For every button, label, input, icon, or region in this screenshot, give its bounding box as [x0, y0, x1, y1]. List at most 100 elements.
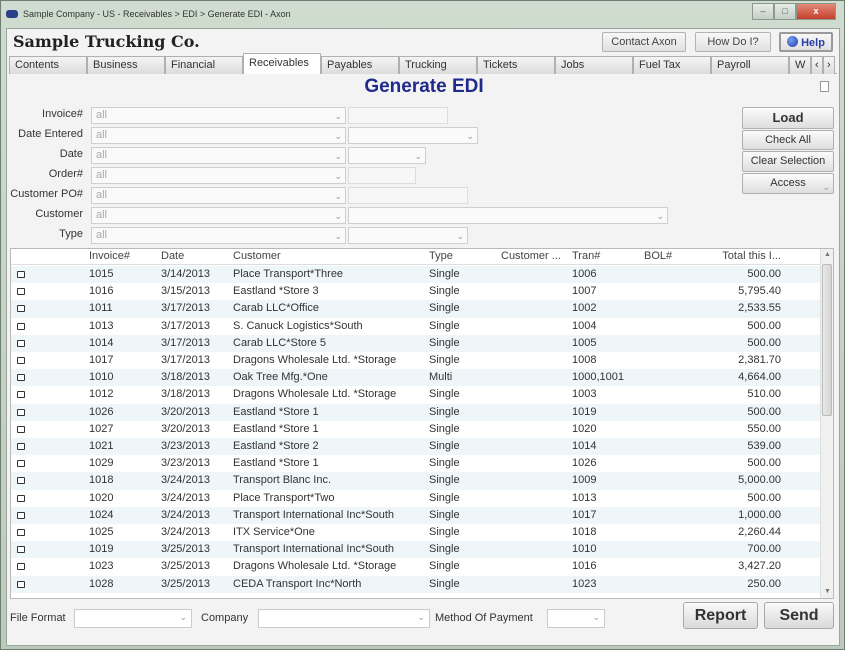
minimize-button[interactable]: – [752, 3, 774, 20]
close-button[interactable]: x [796, 3, 836, 20]
file-format-select[interactable]: ⌄ [74, 609, 192, 628]
customer-location-combo[interactable]: ⌄ [348, 207, 668, 224]
check-all-button[interactable]: Check All [742, 130, 834, 150]
scroll-up-icon[interactable]: ▲ [821, 249, 833, 261]
row-checkbox[interactable] [17, 529, 25, 536]
cell-invoice: 1013 [89, 319, 114, 332]
tab-business[interactable]: Business [87, 56, 165, 74]
table-row[interactable]: 1014 3/17/2013 Carab LLC*Store 5 Single 1005… [11, 334, 821, 352]
row-checkbox[interactable] [17, 511, 25, 519]
table-row[interactable]: 1028 3/25/2013 CEDA Transport Inc*North Sin… [11, 575, 821, 593]
row-checkbox[interactable] [17, 322, 25, 330]
table-scrollbar[interactable]: ▲ ▼ [820, 249, 833, 598]
table-row[interactable]: 1020 3/24/2013 Place Transport*Two Single 10… [11, 490, 821, 507]
tab-trucking[interactable]: Trucking [399, 56, 477, 74]
row-checkbox[interactable] [17, 374, 25, 382]
column-header-tran[interactable]: Tran# [572, 250, 632, 262]
tab-scroll-right[interactable]: › [823, 56, 835, 74]
row-checkbox[interactable] [17, 357, 25, 364]
row-checkbox[interactable] [17, 460, 25, 468]
tab-scroll-left[interactable]: ‹ [811, 56, 823, 74]
type-filter-combo[interactable]: all ⌄ [91, 227, 346, 244]
row-checkbox[interactable] [17, 408, 25, 416]
table-row[interactable]: 1021 3/23/2013 Eastland *Store 2 Single 1014… [11, 438, 821, 456]
column-header-invoice[interactable]: Invoice# [89, 250, 149, 262]
row-checkbox[interactable] [17, 305, 25, 313]
tab-financial[interactable]: Financial [165, 56, 243, 74]
tab-payroll[interactable]: Payroll [711, 56, 789, 74]
date-filter-combo[interactable]: all ⌄ [91, 147, 346, 164]
tab-jobs[interactable]: Jobs [555, 56, 633, 74]
column-header-customer-po[interactable]: Customer ... [501, 250, 567, 262]
how-do-i-button[interactable]: How Do I? [695, 32, 771, 52]
chevron-down-icon: ⌄ [334, 231, 342, 241]
tab-payables[interactable]: Payables [321, 56, 399, 74]
scroll-thumb[interactable] [822, 264, 832, 416]
table-row[interactable]: 1010 3/18/2013 Oak Tree Mfg.*One Multi 1000,… [11, 369, 821, 387]
table-row[interactable]: 1029 3/23/2013 Eastland *Store 1 Single 1026… [11, 455, 821, 472]
table-row[interactable]: 1012 3/18/2013 Dragons Wholesale Ltd. *Sto… [11, 386, 821, 403]
clear-selection-button[interactable]: Clear Selection [742, 151, 834, 172]
row-checkbox[interactable] [17, 563, 25, 571]
row-checkbox[interactable] [17, 494, 25, 502]
tab-w[interactable]: W [789, 56, 811, 74]
customer-po-filter-combo[interactable]: all ⌄ [91, 187, 346, 204]
document-icon[interactable] [820, 81, 829, 92]
row-checkbox[interactable] [17, 339, 25, 347]
row-checkbox[interactable] [17, 425, 25, 433]
date-entered-filter-combo[interactable]: all ⌄ [91, 127, 346, 144]
row-checkbox[interactable] [17, 391, 25, 399]
date-range-combo[interactable]: ⌄ [348, 147, 426, 164]
contact-axon-button[interactable]: Contact Axon [602, 32, 686, 52]
table-row[interactable]: 1011 3/17/2013 Carab LLC*Office Single 1002 2… [11, 300, 821, 318]
customer-filter-combo[interactable]: all ⌄ [91, 207, 346, 224]
invoice-filter-combo[interactable]: all ⌄ [91, 107, 346, 124]
table-row[interactable]: 1015 3/14/2013 Place Transport*Three Single… [11, 266, 821, 284]
type-option-combo[interactable]: ⌄ [348, 227, 468, 244]
column-header-total[interactable]: Total this I... [711, 250, 781, 262]
row-checkbox[interactable] [17, 477, 25, 485]
method-of-payment-select[interactable]: ⌄ [547, 609, 605, 628]
tab-tickets[interactable]: Tickets [477, 56, 555, 74]
cell-invoice: 1026 [89, 405, 114, 418]
date-entered-range-combo[interactable]: ⌄ [348, 127, 478, 144]
tab-fuel-tax[interactable]: Fuel Tax [633, 56, 711, 74]
row-checkbox[interactable] [17, 546, 25, 554]
row-checkbox[interactable] [17, 288, 25, 296]
customer-po-filter-extra[interactable] [348, 187, 468, 204]
load-button[interactable]: Load [742, 107, 834, 129]
invoice-filter-extra[interactable] [348, 107, 448, 124]
cell-invoice: 1025 [89, 526, 114, 538]
order-filter-extra[interactable] [348, 167, 416, 184]
access-button[interactable]: Access ⌄ [742, 173, 834, 194]
send-button[interactable]: Send [764, 602, 834, 629]
column-header-type[interactable]: Type [429, 250, 489, 262]
table-row[interactable]: 1019 3/25/2013 Transport International Inc… [11, 541, 821, 559]
tab-contents[interactable]: Contents [9, 56, 87, 74]
table-row[interactable]: 1025 3/24/2013 ITX Service*One Single 1018 2,… [11, 524, 821, 541]
table-row[interactable]: 1027 3/20/2013 Eastland *Store 1 Single 1020… [11, 421, 821, 438]
tab-receivables[interactable]: Receivables [243, 53, 321, 74]
table-row[interactable]: 1018 3/24/2013 Transport Blanc Inc. Single 1… [11, 472, 821, 490]
table-row[interactable]: 1023 3/25/2013 Dragons Wholesale Ltd. *Sto… [11, 558, 821, 575]
table-row[interactable]: 1013 3/17/2013 S. Canuck Logistics*South Si… [11, 318, 821, 335]
help-button[interactable]: Help [779, 32, 833, 52]
cell-date: 3/15/2013 [161, 285, 210, 298]
order-filter-combo[interactable]: all ⌄ [91, 167, 346, 184]
table-row[interactable]: 1016 3/15/2013 Eastland *Store 3 Single 1007… [11, 283, 821, 300]
report-button[interactable]: Report [683, 602, 758, 629]
table-row[interactable]: 1026 3/20/2013 Eastland *Store 1 Single 1019… [11, 403, 821, 421]
row-checkbox[interactable] [17, 443, 25, 450]
table-row[interactable]: 1024 3/24/2013 Transport International Inc… [11, 506, 821, 524]
filter-label-date-entered: Date Entered [18, 128, 83, 140]
row-checkbox[interactable] [17, 271, 25, 278]
column-header-bol[interactable]: BOL# [644, 250, 704, 262]
scroll-down-icon[interactable]: ▼ [821, 586, 833, 598]
maximize-button[interactable]: □ [774, 3, 796, 20]
row-checkbox[interactable] [17, 580, 25, 588]
column-header-date[interactable]: Date [161, 250, 221, 262]
table-row[interactable]: 1017 3/17/2013 Dragons Wholesale Ltd. *Sto… [11, 352, 821, 369]
column-header-customer[interactable]: Customer [233, 250, 423, 262]
app-icon [6, 10, 18, 18]
company-select[interactable]: ⌄ [258, 609, 430, 628]
